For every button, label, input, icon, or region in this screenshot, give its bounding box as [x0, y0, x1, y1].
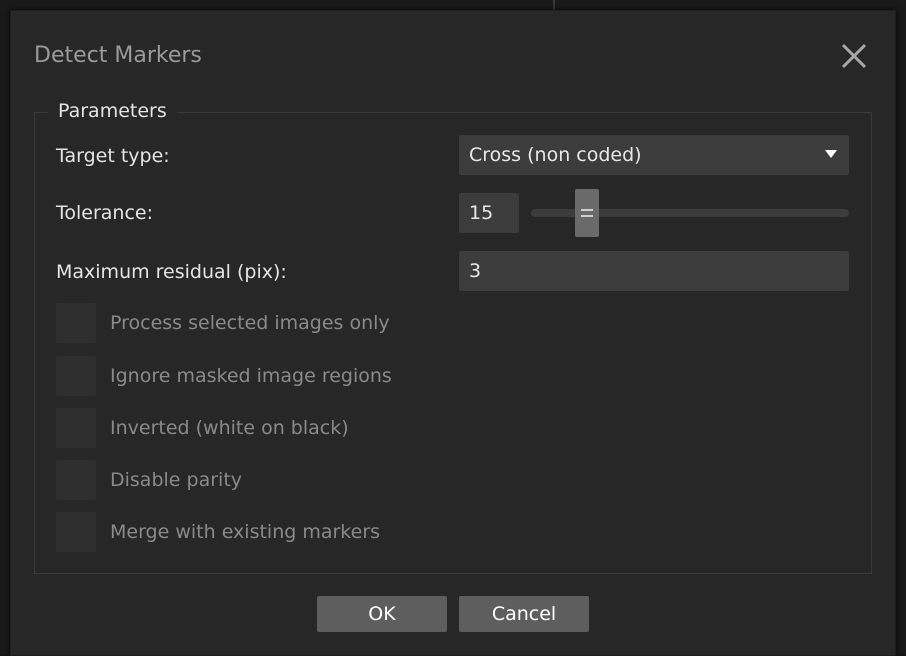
process-selected-label: Process selected images only — [110, 312, 390, 334]
tolerance-label: Tolerance: — [56, 202, 154, 224]
ok-button[interactable]: OK — [317, 596, 447, 632]
inverted-label: Inverted (white on black) — [110, 417, 349, 439]
close-icon — [841, 43, 867, 69]
max-residual-input[interactable]: 3 — [459, 251, 849, 291]
dropdown-arrow-icon — [825, 150, 837, 158]
ignore-masked-label: Ignore masked image regions — [110, 365, 392, 387]
max-residual-value: 3 — [469, 260, 482, 282]
dialog-title: Detect Markers — [34, 43, 202, 68]
parameters-legend: Parameters — [48, 99, 177, 123]
checkbox-row-process-selected: Process selected images only — [56, 303, 556, 343]
checkbox-row-disable-parity: Disable parity — [56, 460, 556, 500]
checkbox-row-inverted: Inverted (white on black) — [56, 408, 556, 448]
tolerance-value: 15 — [469, 202, 494, 224]
inverted-checkbox[interactable] — [56, 408, 96, 448]
detect-markers-dialog: Detect Markers Parameters Target type: C… — [10, 10, 896, 656]
target-type-select[interactable]: Cross (non coded) — [459, 135, 849, 175]
grip-icon — [581, 209, 593, 211]
target-type-value: Cross (non coded) — [469, 144, 642, 166]
max-residual-label: Maximum residual (pix): — [56, 261, 287, 283]
merge-existing-label: Merge with existing markers — [110, 521, 381, 543]
process-selected-checkbox[interactable] — [56, 303, 96, 343]
grip-icon — [581, 215, 593, 217]
close-button[interactable] — [837, 39, 871, 73]
disable-parity-checkbox[interactable] — [56, 460, 96, 500]
tolerance-input[interactable]: 15 — [459, 193, 519, 233]
ignore-masked-checkbox[interactable] — [56, 356, 96, 396]
tolerance-slider-handle[interactable] — [575, 189, 599, 237]
target-type-label: Target type: — [56, 145, 170, 167]
checkbox-row-merge-existing: Merge with existing markers — [56, 512, 556, 552]
merge-existing-checkbox[interactable] — [56, 512, 96, 552]
cancel-button[interactable]: Cancel — [459, 596, 589, 632]
disable-parity-label: Disable parity — [110, 469, 243, 491]
checkbox-row-ignore-masked: Ignore masked image regions — [56, 356, 556, 396]
parameters-groupbox — [34, 112, 872, 574]
